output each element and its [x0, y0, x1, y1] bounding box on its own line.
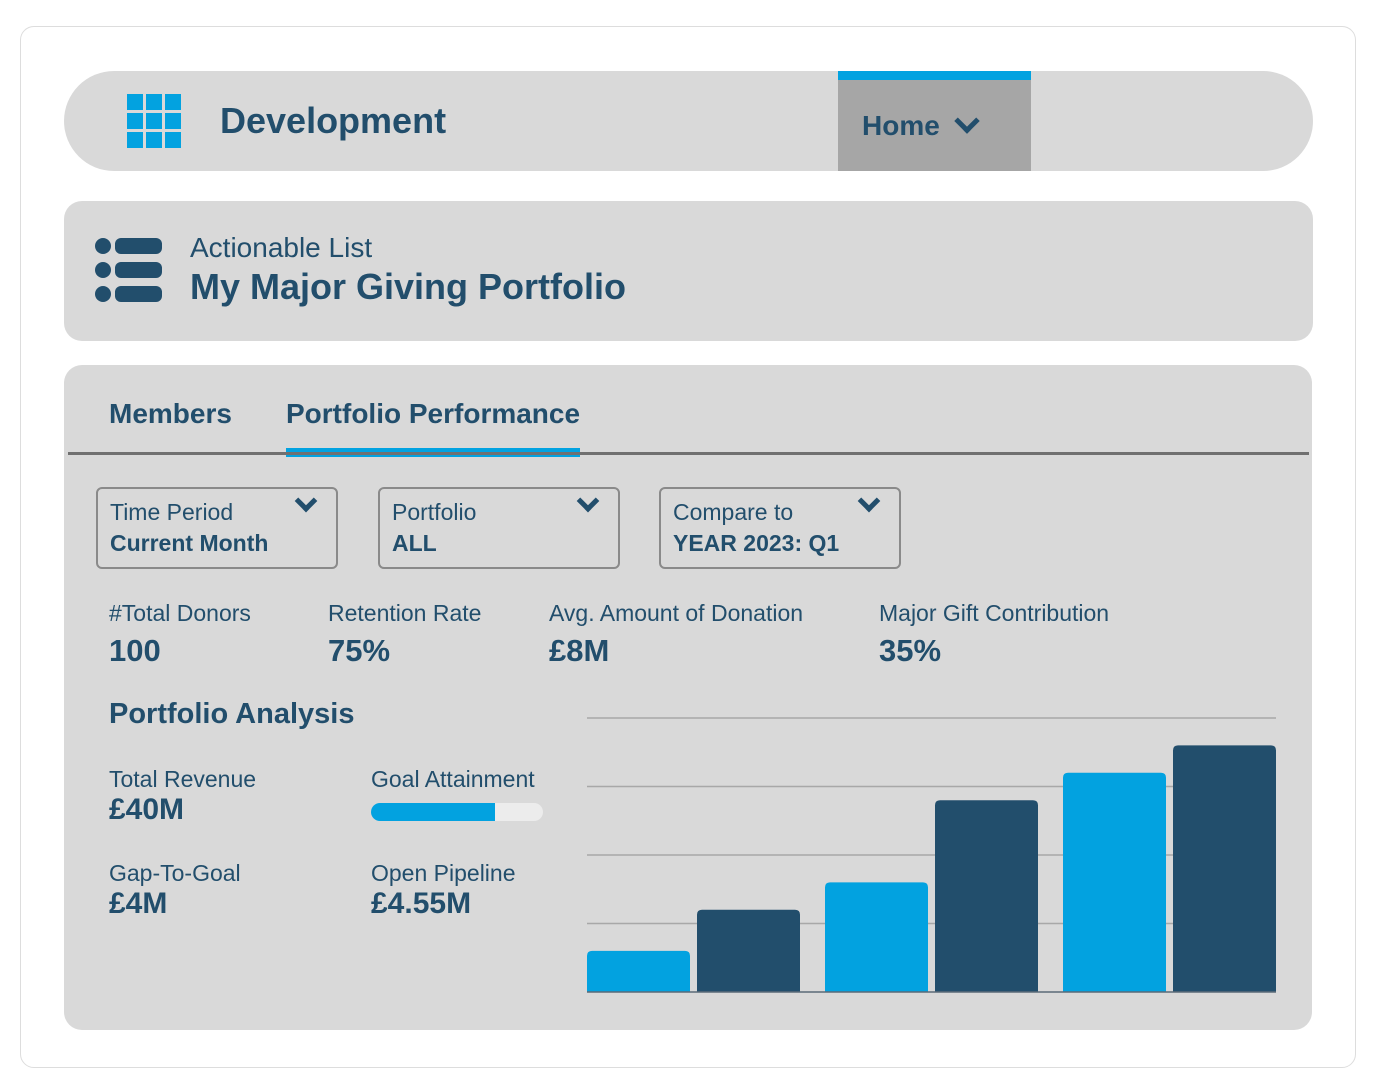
metric-label: Major Gift Contribution — [879, 600, 1110, 626]
bar-2-series-2 — [935, 800, 1038, 992]
time-period-dropdown[interactable]: Time Period Current Month — [96, 487, 338, 569]
goal-attainment: Goal Attainment — [371, 766, 535, 793]
open-pipeline: Open Pipeline £4.55M — [371, 860, 516, 921]
gap-to-goal: Gap-To-Goal £4M — [109, 860, 241, 921]
metric-value: 75% — [328, 633, 391, 668]
tab-divider — [68, 452, 1309, 455]
metric-major-gift: Major Gift Contribution 35% — [879, 600, 1109, 669]
metric-value: 100 — [109, 633, 161, 668]
portfolio-bar-chart — [587, 717, 1276, 993]
metric-label: Avg. Amount of Donation — [549, 600, 804, 626]
chevron-down-icon — [954, 107, 980, 134]
goal-attainment-progress — [371, 803, 543, 821]
bar-3-series-2 — [1173, 745, 1276, 992]
total-revenue: Total Revenue £40M — [109, 766, 256, 827]
metric-label: Retention Rate — [328, 600, 482, 626]
kv-value: £40M — [109, 793, 185, 826]
kv-label: Open Pipeline — [371, 860, 516, 886]
app-grid-icon[interactable] — [127, 94, 181, 148]
metric-label: #Total Donors — [109, 600, 251, 626]
dropdown-value: YEAR 2023: Q1 — [673, 530, 840, 556]
page-title: My Major Giving Portfolio — [190, 266, 627, 307]
list-icon — [95, 238, 162, 310]
app-title: Development — [220, 100, 447, 141]
portfolio-analysis-heading: Portfolio Analysis — [109, 698, 355, 730]
tab-members[interactable]: Members — [109, 398, 232, 448]
bar-2-series-1 — [825, 882, 928, 992]
metric-total-donors: #Total Donors 100 — [109, 600, 251, 669]
progress-fill — [371, 803, 495, 821]
metric-value: £8M — [549, 633, 610, 668]
compare-to-dropdown[interactable]: Compare to YEAR 2023: Q1 — [659, 487, 901, 569]
tab-portfolio-performance[interactable]: Portfolio Performance — [286, 398, 581, 457]
kv-value: £4M — [109, 887, 168, 920]
kv-label: Gap-To-Goal — [109, 860, 241, 886]
metric-value: 35% — [879, 633, 942, 668]
bar-1-series-1 — [587, 950, 690, 992]
kv-label: Total Revenue — [109, 766, 257, 792]
dropdown-label: Compare to — [673, 499, 794, 525]
home-nav-dropdown[interactable]: Home — [838, 71, 1031, 171]
dropdown-label: Time Period — [110, 499, 234, 525]
dropdown-value: ALL — [392, 530, 437, 556]
home-label: Home — [862, 109, 940, 141]
metric-retention-rate: Retention Rate 75% — [328, 600, 481, 669]
dropdown-value: Current Month — [110, 530, 269, 556]
kv-label: Goal Attainment — [371, 766, 535, 792]
page-subtitle: Actionable List — [190, 232, 373, 263]
portfolio-dropdown[interactable]: Portfolio ALL — [378, 487, 620, 569]
metric-avg-donation: Avg. Amount of Donation £8M — [549, 600, 803, 669]
kv-value: £4.55M — [371, 887, 472, 920]
bar-3-series-1 — [1063, 772, 1166, 992]
bar-1-series-2 — [697, 909, 800, 992]
dropdown-label: Portfolio — [392, 499, 477, 525]
